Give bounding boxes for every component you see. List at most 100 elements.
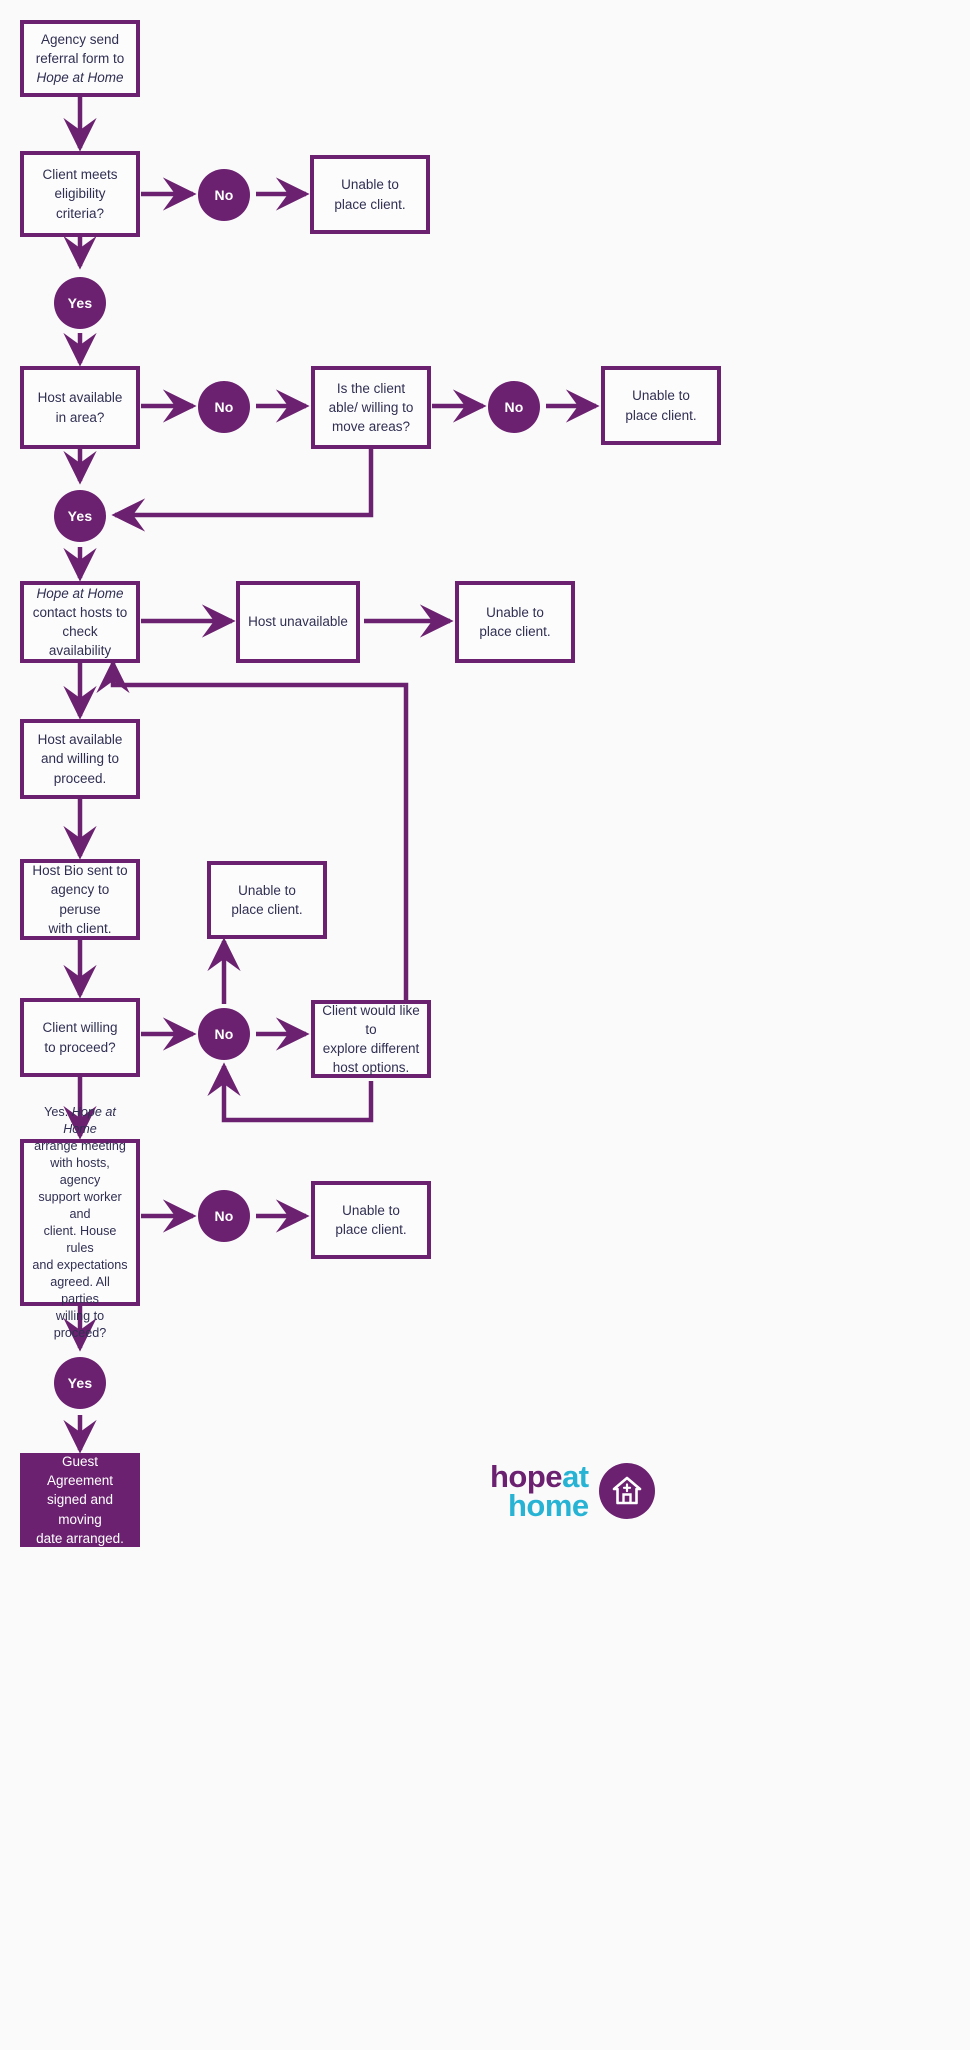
decision-no-client-willing: No xyxy=(198,1008,250,1060)
decision-yes-arrange-meeting-label: Yes xyxy=(67,1375,93,1391)
node-host-unavailable-text: Host unavailable xyxy=(246,612,350,631)
decision-yes-host-area-label: Yes xyxy=(67,508,93,524)
unable-5-line1: Unable to xyxy=(342,1202,400,1218)
contact-hosts-line3: check availability xyxy=(48,624,112,659)
node-agency-referral: Agency send referral form to Hope at Hom… xyxy=(20,20,140,97)
eligibility-line1: Client meets xyxy=(42,167,118,183)
decision-no-eligibility-label: No xyxy=(214,187,234,203)
decision-no-arrange-meeting-label: No xyxy=(214,1208,234,1224)
contact-hosts-line2: contact hosts to xyxy=(32,604,128,620)
unable-1-line2: place client. xyxy=(334,196,406,212)
move-areas-line2: able/ willing to xyxy=(328,399,414,415)
node-contact-hosts-text: Hope at Home contact hosts to check avai… xyxy=(30,584,130,661)
agency-referral-line1: Agency send xyxy=(40,31,120,47)
node-eligibility-text: Client meets eligibility criteria? xyxy=(30,165,130,222)
decision-no-move-areas: No xyxy=(488,381,540,433)
node-host-willing: Host available and willing to proceed. xyxy=(20,719,140,799)
node-move-areas-text: Is the client able/ willing to move area… xyxy=(321,379,421,436)
arrange-meeting-line1: Yes. xyxy=(44,1104,69,1119)
unable-3-line1: Unable to xyxy=(486,604,544,620)
unable-4-line2: place client. xyxy=(231,902,303,917)
node-host-bio: Host Bio sent to agency to peruse with c… xyxy=(20,859,140,940)
node-arrange-meeting-text: Yes. Hope at Home arrange meeting with h… xyxy=(30,1104,130,1342)
decision-no-host-area: No xyxy=(198,381,250,433)
house-icon xyxy=(598,1463,655,1520)
connector-lines xyxy=(63,97,600,1454)
node-unable-3-text: Unable to place client. xyxy=(465,603,565,641)
decision-yes-host-area: Yes xyxy=(54,490,106,542)
node-host-bio-text: Host Bio sent to agency to peruse with c… xyxy=(30,861,130,938)
host-available-area-line1: Host available xyxy=(37,390,123,406)
node-unable-5: Unable to place client. xyxy=(311,1181,431,1259)
host-willing-line3: proceed. xyxy=(53,770,107,786)
decision-no-arrange-meeting: No xyxy=(198,1190,250,1242)
move-areas-line3: move areas? xyxy=(331,419,411,435)
node-host-unavailable: Host unavailable xyxy=(236,581,360,663)
host-bio-line1: Host Bio sent to xyxy=(32,863,128,879)
unable-2-line1: Unable to xyxy=(632,388,690,404)
logo-wordmark: hopeat home xyxy=(490,1461,589,1524)
decision-yes-eligibility: Yes xyxy=(54,277,106,329)
decision-yes-arrange-meeting: Yes xyxy=(54,1357,106,1409)
agency-referral-line3: Hope at Home xyxy=(36,70,124,86)
explore-other-line3: host options. xyxy=(332,1060,410,1076)
arrange-meeting-line4: support worker and xyxy=(38,1189,122,1221)
node-explore-other-text: Client would like to explore different h… xyxy=(321,1001,421,1078)
move-areas-line1: Is the client xyxy=(336,380,406,396)
node-explore-other: Client would like to explore different h… xyxy=(311,1000,431,1078)
host-willing-line1: Host available xyxy=(37,732,123,748)
guest-agreement-line3: date arranged. xyxy=(36,1530,124,1546)
logo-line-1: hopeat xyxy=(490,1461,589,1492)
arrange-meeting-line3: with hosts, agency xyxy=(50,1155,110,1187)
unable-5-line2: place client. xyxy=(335,1222,407,1237)
arrange-meeting-line5: client. House rules xyxy=(43,1223,117,1255)
decision-no-move-areas-label: No xyxy=(504,399,524,415)
hope-at-home-logo: hopeat home xyxy=(490,1461,655,1524)
node-agency-referral-text: Agency send referral form to Hope at Hom… xyxy=(30,30,130,87)
node-guest-agreement-text: Guest Agreement signed and moving date a… xyxy=(30,1452,130,1548)
node-guest-agreement: Guest Agreement signed and moving date a… xyxy=(20,1453,140,1547)
host-unavailable-line1: Host unavailable xyxy=(248,614,348,630)
guest-agreement-line2: signed and moving xyxy=(46,1492,114,1527)
host-bio-line2: agency to peruse xyxy=(50,882,110,917)
guest-agreement-line1: Guest Agreement xyxy=(46,1454,114,1489)
arrange-meeting-line2: arrange meeting xyxy=(34,1138,126,1153)
explore-other-line2: explore different xyxy=(322,1041,420,1056)
arrange-meeting-line6: and expectations xyxy=(32,1257,128,1272)
arrange-meeting-line7: agreed. All parties xyxy=(50,1274,110,1306)
unable-1-line1: Unable to xyxy=(341,177,399,193)
node-unable-4-text: Unable to place client. xyxy=(217,881,317,919)
node-host-available-area-text: Host available in area? xyxy=(30,388,130,426)
node-arrange-meeting: Yes. Hope at Home arrange meeting with h… xyxy=(20,1105,140,1340)
unable-2-line2: place client. xyxy=(625,407,697,423)
decision-yes-eligibility-label: Yes xyxy=(67,295,93,311)
client-willing-line2: to proceed? xyxy=(44,1039,116,1055)
agency-referral-line2: referral form to xyxy=(35,50,125,66)
decision-no-client-willing-label: No xyxy=(214,1026,234,1042)
decision-no-eligibility: No xyxy=(198,169,250,221)
logo-home-text: home xyxy=(507,1488,589,1524)
host-willing-line2: and willing to xyxy=(40,751,120,767)
eligibility-line2: eligibility criteria? xyxy=(54,186,106,221)
host-bio-line3: with client. xyxy=(48,920,112,936)
node-unable-1: Unable to place client. xyxy=(310,155,430,234)
node-unable-5-text: Unable to place client. xyxy=(321,1201,421,1239)
node-eligibility: Client meets eligibility criteria? xyxy=(20,151,140,237)
arrange-meeting-line8: willing to proceed? xyxy=(53,1308,107,1340)
node-unable-2-text: Unable to place client. xyxy=(611,386,711,424)
decision-no-host-area-label: No xyxy=(214,399,234,415)
node-client-willing-text: Client willing to proceed? xyxy=(30,1018,130,1056)
node-move-areas: Is the client able/ willing to move area… xyxy=(311,366,431,449)
logo-line-2: home xyxy=(507,1488,589,1524)
client-willing-line1: Client willing xyxy=(42,1020,118,1036)
node-unable-2: Unable to place client. xyxy=(601,366,721,445)
contact-hosts-line1: Hope at Home xyxy=(36,585,124,601)
unable-4-line1: Unable to xyxy=(238,882,296,898)
flowchart-canvas: Agency send referral form to Hope at Hom… xyxy=(0,0,970,2050)
host-available-area-line2: in area? xyxy=(55,409,105,425)
node-unable-1-text: Unable to place client. xyxy=(320,175,420,213)
explore-other-line1: Client would like to xyxy=(322,1002,420,1037)
node-host-willing-text: Host available and willing to proceed. xyxy=(30,730,130,787)
node-host-available-area: Host available in area? xyxy=(20,366,140,449)
unable-3-line2: place client. xyxy=(479,624,551,639)
